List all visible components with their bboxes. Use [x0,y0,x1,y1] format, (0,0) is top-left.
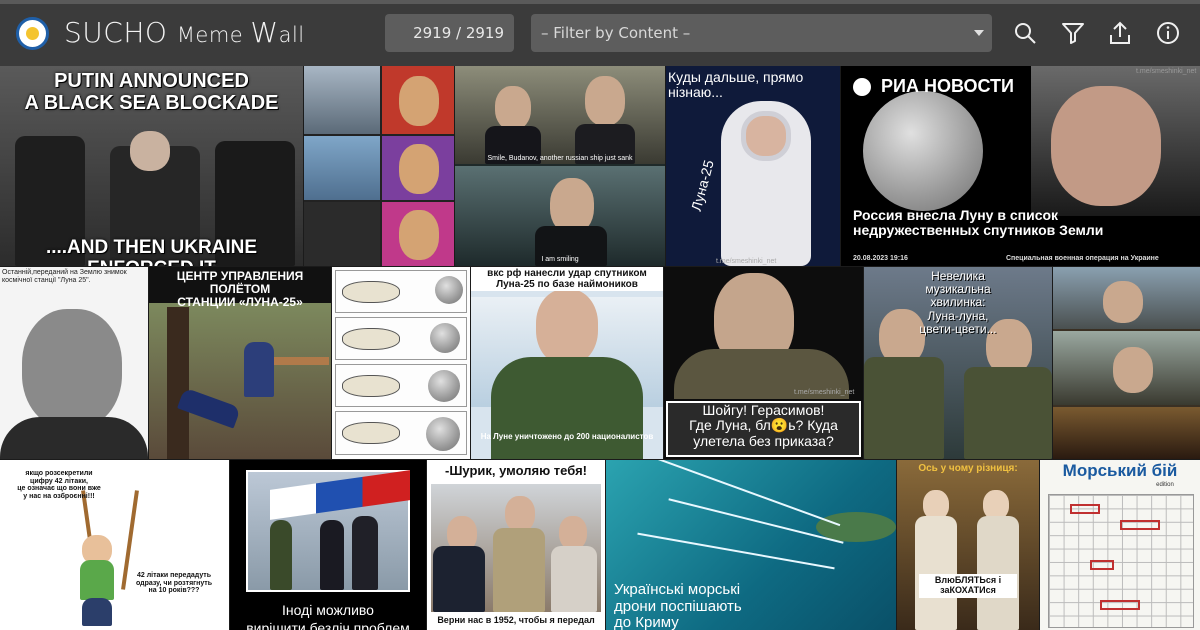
meme-caption: Россия внесла Луну в список недружествен… [853,207,1104,239]
meme-tile[interactable] [304,66,454,266]
meme-caption: -Шурик, умоляю тебя! [445,463,587,478]
filter-placeholder: – Filter by Content – [541,24,691,42]
meme-tile[interactable]: Останній,переданий на Землю знимок космі… [0,267,148,459]
meme-tile[interactable]: PUTIN ANNOUNCED A BLACK SEA BLOCKADE ...… [0,66,303,266]
meme-caption: 42 літаки передадуть одразу, чи розтягну… [135,572,213,595]
result-counter: 2919 / 2919 [385,14,514,52]
search-icon[interactable] [1012,20,1038,46]
meme-tile[interactable]: вкс рф нанесли удар спутником Луна-25 по… [471,267,663,459]
meme-caption: На Луне уничтожено до 200 националистов [480,432,654,441]
meme-caption: Українські морські дрони поспішають до К… [614,581,742,630]
meme-caption: ВлюБЛЯТЬся і заКОХАТИся [919,574,1017,598]
meme-date: 20.08.2023 19:16 [853,255,908,262]
meme-tile[interactable]: Куды дальше, прямо нізнаю... Луна-25 t.m… [666,66,840,266]
meme-caption: ЦЕНТР УПРАВЛЕНИЯ ПОЛЁТОМ СТАНЦИИ «ЛУНА-2… [176,269,304,310]
meme-brand: РИА НОВОСТИ [881,76,1014,96]
meme-caption: Іноді можливо вирішити безліч проблем од… [246,602,410,630]
meme-caption: Шойгу! Герасимов! Где Луна, бл😮ь? Куда у… [689,402,838,449]
chevron-down-icon [974,30,984,36]
meme-tile[interactable] [332,267,470,459]
meme-caption: edition [1156,482,1174,488]
meme-caption: PUTIN ANNOUNCED A BLACK SEA BLOCKADE [24,70,279,114]
upload-icon[interactable] [1107,20,1133,46]
meme-caption: I am smiling [541,256,579,263]
title-part: W [250,16,279,49]
content-filter-select[interactable]: – Filter by Content – [531,14,992,52]
meme-tile[interactable]: Українські морські дрони поспішають до К… [606,460,896,630]
meme-tile[interactable]: РИА НОВОСТИ t.me/smeshinki_net Россия вн… [841,66,1200,266]
filter-icon[interactable] [1060,20,1086,46]
meme-caption: якщо розсекретили цифру 42 літаки, це оз… [17,470,101,501]
meme-tag: Специальная военная операция на Украине [1006,255,1159,262]
meme-caption: вкс рф нанесли удар спутником Луна-25 по… [471,267,663,291]
title-part: SUCHO [64,16,177,49]
info-icon[interactable] [1155,20,1181,46]
title-part: Meme [176,23,251,47]
meme-tile[interactable]: t.me/smeshinki_net Шойгу! Герасимов! Где… [664,267,863,459]
watermark: t.me/smeshinki_net [794,389,855,396]
meme-caption: Smile, Budanov, another russian ship jus… [487,155,633,162]
meme-caption: Куды дальше, прямо нізнаю... [668,69,804,101]
meme-tile[interactable]: Smile, Budanov, another russian ship jus… [455,66,665,266]
meme-caption: Ось у чому різниця: [918,463,1018,474]
meme-tile[interactable]: -Шурик, умоляю тебя! Верни нас в 1952, ч… [427,460,605,630]
meme-caption: Морський бій [1062,461,1178,480]
meme-tile[interactable]: якщо розсекретили цифру 42 літаки, це оз… [0,460,229,630]
watermark: t.me/smeshinki_net [716,258,777,265]
meme-caption: Останній,переданий на Землю знимок космі… [2,269,127,284]
meme-tile[interactable]: Морський бій edition [1040,460,1200,630]
app-title: SUCHO Meme Wall [64,16,305,49]
meme-tile[interactable]: Невелика музикальна хвилинка: Луна-луна,… [864,267,1052,459]
meme-tile[interactable]: ЦЕНТР УПРАВЛЕНИЯ ПОЛЁТОМ СТАНЦИИ «ЛУНА-2… [149,267,331,459]
meme-caption: Верни нас в 1952, чтобы я передал [437,615,595,625]
meme-tile[interactable] [1053,267,1200,459]
meme-tile[interactable]: Ось у чому різниця: ВлюБЛЯТЬся і заКОХАТ… [897,460,1039,630]
meme-tile[interactable]: Іноді можливо вирішити безліч проблем од… [230,460,426,630]
title-part: all [278,23,305,47]
top-bar: SUCHO Meme Wall 2919 / 2919 – Filter by … [0,0,1200,66]
meme-caption: Невелика музикальна хвилинка: Луна-луна,… [919,269,997,336]
meme-caption: Луна-25 [687,158,717,213]
meme-caption: ....AND THEN UKRAINE ENFORCED IT [45,237,258,266]
sucho-logo-icon[interactable] [16,17,49,50]
watermark: t.me/smeshinki_net [1136,68,1197,75]
